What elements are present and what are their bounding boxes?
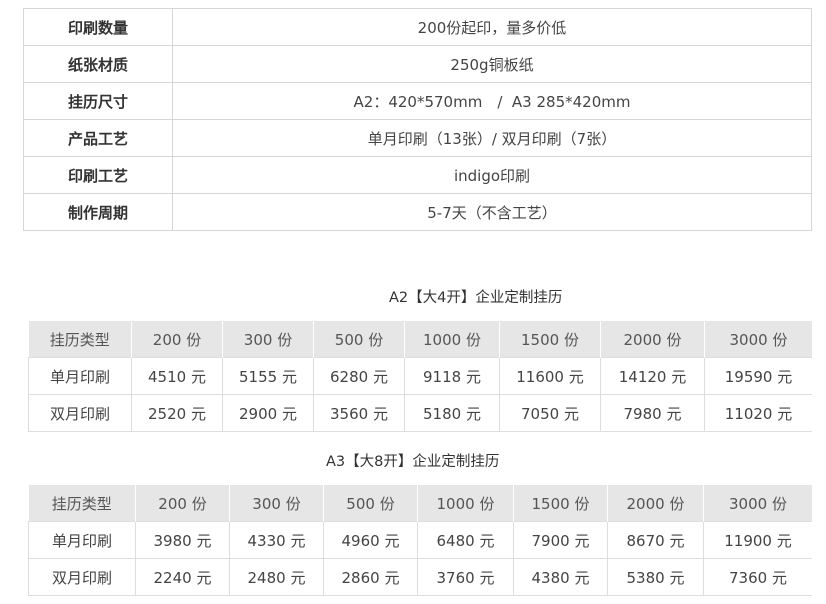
a3-price-table: 挂历类型 200 份 300 份 500 份 1000 份 1500 份 200… xyxy=(28,485,812,596)
price-cell: 3760 元 xyxy=(417,558,514,596)
column-header: 1500 份 xyxy=(513,485,608,522)
price-cell: 2520 元 xyxy=(131,394,223,432)
column-header: 300 份 xyxy=(222,321,314,358)
spec-key: 纸张材质 xyxy=(23,45,173,83)
column-header: 1000 份 xyxy=(417,485,514,522)
spec-table: 印刷数量 200份起印，量多价低 纸张材质 250g铜板纸 挂历尺寸 A2：42… xyxy=(23,8,812,231)
price-cell: 2240 元 xyxy=(135,558,230,596)
price-cell: 6280 元 xyxy=(313,357,405,395)
spec-value: 200份起印，量多价低 xyxy=(172,8,812,46)
spec-row-size: 挂历尺寸 A2：420*570mm / A3 285*420mm xyxy=(23,82,812,120)
price-cell: 2860 元 xyxy=(323,558,418,596)
price-cell: 5180 元 xyxy=(404,394,500,432)
row-label: 双月印刷 xyxy=(28,394,132,432)
a2-header-row: 挂历类型 200 份 300 份 500 份 1000 份 1500 份 200… xyxy=(28,321,812,358)
a3-price-title: A3【大8开】企业定制挂历 xyxy=(326,454,500,470)
spec-row-quantity: 印刷数量 200份起印，量多价低 xyxy=(23,8,812,46)
price-cell: 7360 元 xyxy=(703,558,812,596)
row-label: 单月印刷 xyxy=(28,357,132,395)
price-cell: 11900 元 xyxy=(703,521,812,559)
column-header: 1500 份 xyxy=(499,321,601,358)
column-header: 3000 份 xyxy=(704,321,812,358)
table-row: 单月印刷 3980 元 4330 元 4960 元 6480 元 7900 元 … xyxy=(28,521,812,559)
spec-value: indigo印刷 xyxy=(172,156,812,194)
price-cell: 4960 元 xyxy=(323,521,418,559)
price-cell: 5380 元 xyxy=(607,558,704,596)
a2-price-table: 挂历类型 200 份 300 份 500 份 1000 份 1500 份 200… xyxy=(28,321,812,432)
column-header: 挂历类型 xyxy=(28,321,132,358)
price-cell: 4510 元 xyxy=(131,357,223,395)
column-header: 500 份 xyxy=(323,485,418,522)
spec-row-printing: 印刷工艺 indigo印刷 xyxy=(23,156,812,194)
price-cell: 5155 元 xyxy=(222,357,314,395)
column-header: 挂历类型 xyxy=(28,485,136,522)
spec-key: 印刷数量 xyxy=(23,8,173,46)
spec-value: 单月印刷（13张）/ 双月印刷（7张） xyxy=(172,119,812,157)
price-cell: 9118 元 xyxy=(404,357,500,395)
column-header: 300 份 xyxy=(229,485,324,522)
spec-key: 制作周期 xyxy=(23,193,173,231)
a2-price-title: A2【大4开】企业定制挂历 xyxy=(389,290,563,306)
spec-value: 250g铜板纸 xyxy=(172,45,812,83)
spec-row-paper: 纸张材质 250g铜板纸 xyxy=(23,45,812,83)
spec-row-craft: 产品工艺 单月印刷（13张）/ 双月印刷（7张） xyxy=(23,119,812,157)
price-cell: 6480 元 xyxy=(417,521,514,559)
column-header: 200 份 xyxy=(131,321,223,358)
price-cell: 2480 元 xyxy=(229,558,324,596)
price-cell: 11020 元 xyxy=(704,394,812,432)
table-row: 双月印刷 2240 元 2480 元 2860 元 3760 元 4380 元 … xyxy=(28,558,812,596)
table-row: 单月印刷 4510 元 5155 元 6280 元 9118 元 11600 元… xyxy=(28,357,812,395)
spec-key: 挂历尺寸 xyxy=(23,82,173,120)
price-cell: 4380 元 xyxy=(513,558,608,596)
row-label: 单月印刷 xyxy=(28,521,136,559)
spec-key: 印刷工艺 xyxy=(23,156,173,194)
column-header: 200 份 xyxy=(135,485,230,522)
price-cell: 3980 元 xyxy=(135,521,230,559)
price-cell: 2900 元 xyxy=(222,394,314,432)
price-cell: 11600 元 xyxy=(499,357,601,395)
price-cell: 7900 元 xyxy=(513,521,608,559)
price-cell: 3560 元 xyxy=(313,394,405,432)
spec-row-period: 制作周期 5-7天（不含工艺） xyxy=(23,193,812,231)
price-cell: 7980 元 xyxy=(600,394,705,432)
column-header: 2000 份 xyxy=(600,321,705,358)
price-cell: 19590 元 xyxy=(704,357,812,395)
price-cell: 4330 元 xyxy=(229,521,324,559)
column-header: 500 份 xyxy=(313,321,405,358)
row-label: 双月印刷 xyxy=(28,558,136,596)
spec-value: A2：420*570mm / A3 285*420mm xyxy=(172,82,812,120)
spec-key: 产品工艺 xyxy=(23,119,173,157)
spec-value: 5-7天（不含工艺） xyxy=(172,193,812,231)
price-cell: 7050 元 xyxy=(499,394,601,432)
price-cell: 8670 元 xyxy=(607,521,704,559)
price-cell: 14120 元 xyxy=(600,357,705,395)
column-header: 3000 份 xyxy=(703,485,812,522)
column-header: 1000 份 xyxy=(404,321,500,358)
a3-header-row: 挂历类型 200 份 300 份 500 份 1000 份 1500 份 200… xyxy=(28,485,812,522)
column-header: 2000 份 xyxy=(607,485,704,522)
table-row: 双月印刷 2520 元 2900 元 3560 元 5180 元 7050 元 … xyxy=(28,394,812,432)
